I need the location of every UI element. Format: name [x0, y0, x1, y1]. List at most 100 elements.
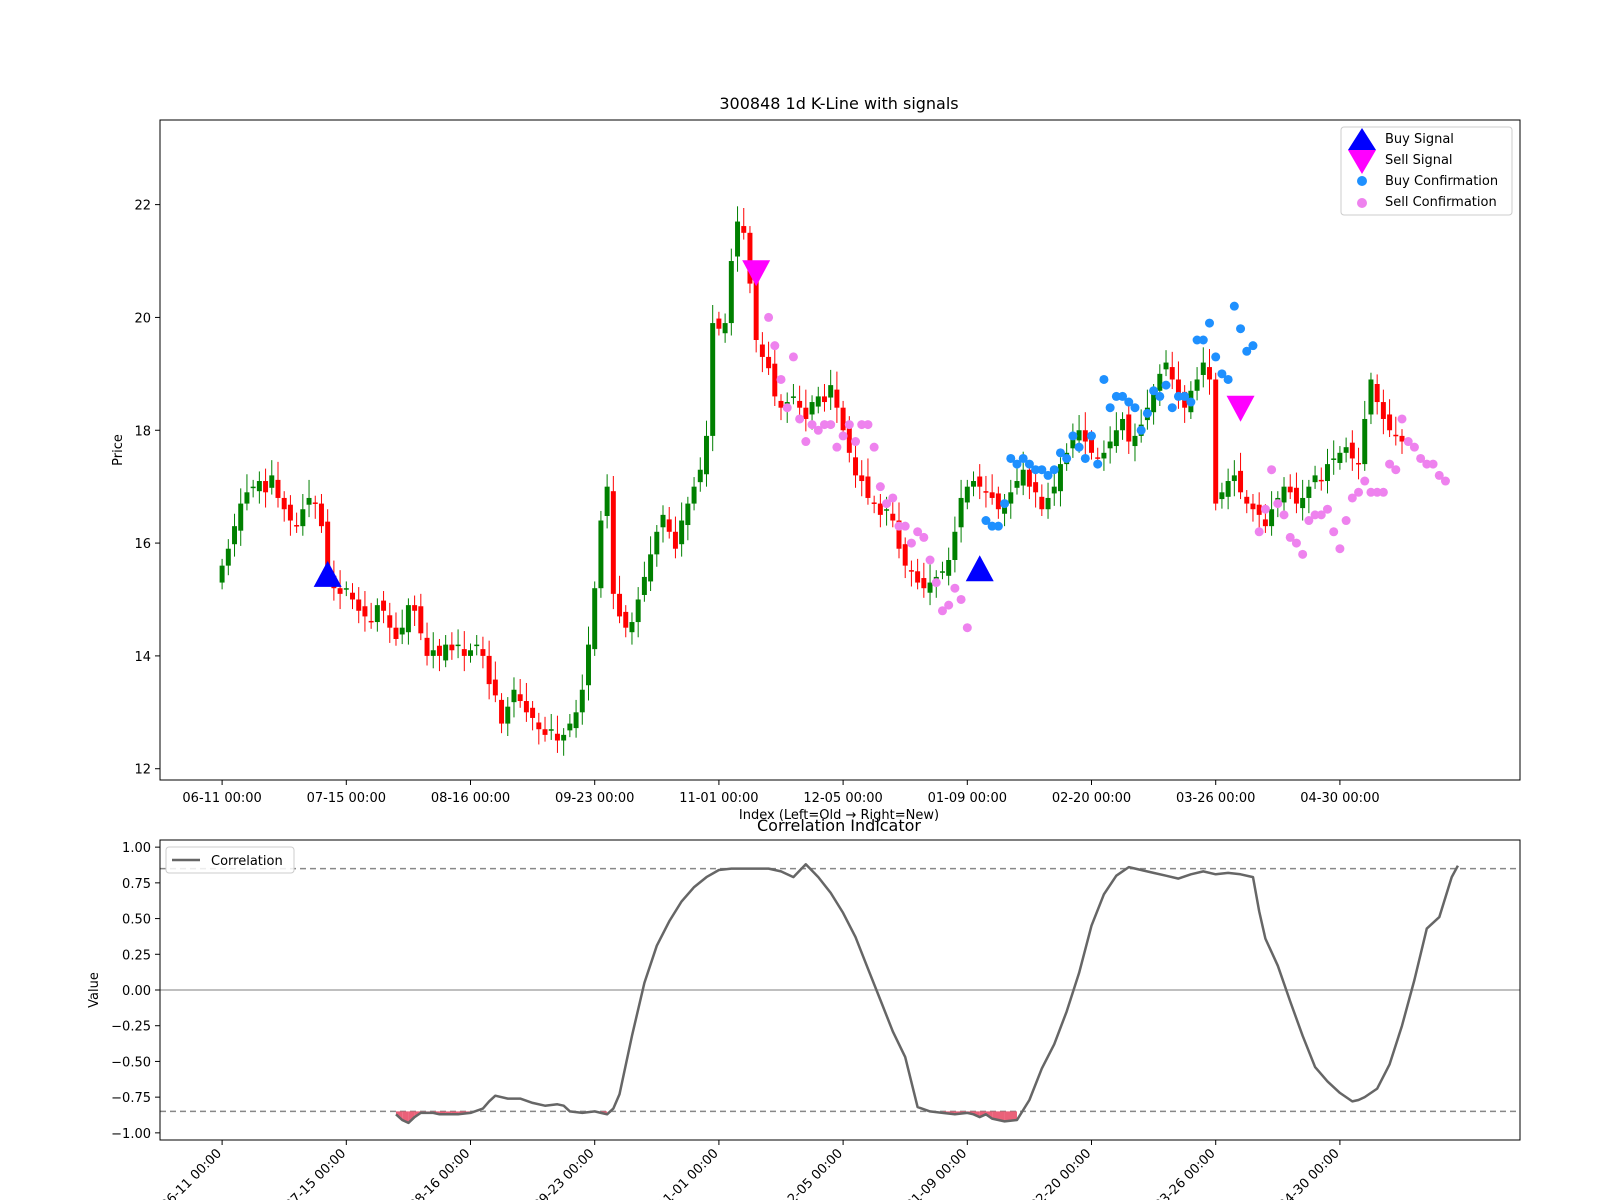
sell-confirmation-point [962, 623, 972, 633]
buy-confirmation-point [1093, 459, 1103, 469]
candle-body [263, 481, 269, 493]
candle-body [828, 385, 834, 398]
y-tick-label: 0.75 [122, 877, 151, 892]
candle-body [766, 356, 772, 369]
candle-body [1262, 519, 1268, 527]
buy-confirmation-point [1130, 403, 1140, 413]
candle-body [797, 400, 803, 408]
candle-body [604, 486, 610, 516]
candle-body [1399, 435, 1405, 442]
buy-confirmation-point [1155, 391, 1165, 401]
candle-body [561, 734, 567, 741]
candle-body [617, 593, 623, 617]
candle-body [859, 475, 865, 482]
buy-confirmation-point [1198, 335, 1208, 345]
candle-body [921, 578, 927, 589]
buy-confirmation-point [1204, 318, 1214, 328]
buy-confirmation-point [1236, 324, 1246, 334]
candle-body [728, 261, 734, 324]
sell-confirmation-point [875, 482, 885, 492]
x-tick-label: 09-23 00:00 [531, 1146, 598, 1200]
sell-confirmation-point [826, 420, 836, 430]
candle-body [977, 476, 983, 487]
sell-confirmation-point [956, 594, 966, 604]
y-tick-label: −0.50 [111, 1055, 151, 1070]
y-tick-label: 0.25 [122, 948, 151, 963]
candle-body [443, 644, 449, 661]
x-tick-label: 01-09 00:00 [903, 1146, 970, 1200]
candle-body [1356, 462, 1362, 465]
sell-confirmation-point [764, 312, 774, 322]
candle-body [877, 503, 883, 515]
x-tick-label: 02-20 00:00 [1052, 791, 1131, 806]
buy-confirmation-point [1167, 403, 1177, 413]
correlation-y-axis: 1.00 0.75 0.50 0.25 0.00 −0.25 −0.50 −0.75 −1.00 [111, 841, 160, 1142]
candle-body [343, 588, 349, 590]
candle-body [815, 396, 821, 407]
candle-body [281, 497, 287, 510]
buy-confirmation-point [1248, 341, 1258, 351]
buy-confirmation-point [1223, 374, 1233, 384]
candle-body [1244, 496, 1250, 504]
sell-confirmation-point [1267, 465, 1277, 475]
y-tick-label: 20 [134, 311, 151, 326]
candle-body [530, 707, 536, 718]
candle-body [902, 544, 908, 566]
correlation-ylabel: Value [87, 972, 102, 1008]
candle-body [1026, 469, 1032, 487]
candle-body [803, 407, 809, 419]
candle-body [250, 486, 256, 489]
candle-body [505, 706, 511, 724]
candle-body [610, 491, 616, 594]
sell-confirmation-point [782, 403, 792, 413]
candle-body [648, 554, 654, 582]
buy-confirmation-point [993, 521, 1003, 531]
candle-body [337, 588, 343, 594]
sell-confirmation-point [838, 431, 848, 441]
candle-body [548, 729, 554, 731]
x-tick-label: 03-26 00:00 [1176, 791, 1255, 806]
buy-confirmation-point [1074, 442, 1084, 452]
candle-body [1238, 470, 1244, 493]
candle-body [579, 689, 585, 713]
candle-body [1107, 441, 1113, 449]
candle-body [741, 226, 747, 233]
candle-body [499, 699, 505, 724]
y-tick-label: 0.50 [122, 913, 151, 928]
candle-body [1051, 486, 1057, 494]
candle-body [927, 582, 933, 593]
candle-body [971, 481, 976, 487]
buy-confirmation-point [1105, 403, 1115, 413]
candle-body [958, 497, 964, 528]
sell-confirmation-point [925, 555, 935, 565]
candle-body [449, 644, 455, 651]
candle-body [405, 605, 411, 633]
candle-body [722, 323, 728, 334]
candle-body [1033, 482, 1039, 493]
legend-buy-signal: Buy Signal [1385, 132, 1454, 147]
candle-body [865, 476, 871, 498]
candle-body [287, 504, 293, 521]
sell-confirmation-point [1397, 414, 1407, 424]
candle-body [362, 606, 368, 617]
x-tick-label: 01-09 00:00 [928, 791, 1007, 806]
sell-confirmation-point [1291, 538, 1301, 548]
candle-body [1020, 469, 1026, 486]
correlation-x-axis: 06-11 00:00 07-15 00:00 08-16 00:00 09-23 0… [158, 1140, 1343, 1200]
y-tick-label: 16 [134, 537, 151, 552]
candle-body [573, 712, 579, 729]
candle-body [759, 344, 765, 357]
candle-body [952, 531, 958, 560]
sell-confirmation-point [1329, 527, 1339, 537]
buy-confirmation-point [1068, 431, 1078, 441]
legend-buy-confirm-marker [1357, 176, 1367, 186]
sell-confirmation-point [1273, 499, 1283, 509]
candle-body [1312, 475, 1318, 483]
candle-body [1045, 497, 1051, 510]
candle-body [592, 588, 598, 650]
candle-body [455, 644, 461, 647]
candle-body [1325, 464, 1330, 482]
x-tick-label: 12-05 00:00 [779, 1146, 846, 1200]
candle-body [660, 514, 666, 528]
candle-body [939, 571, 945, 573]
